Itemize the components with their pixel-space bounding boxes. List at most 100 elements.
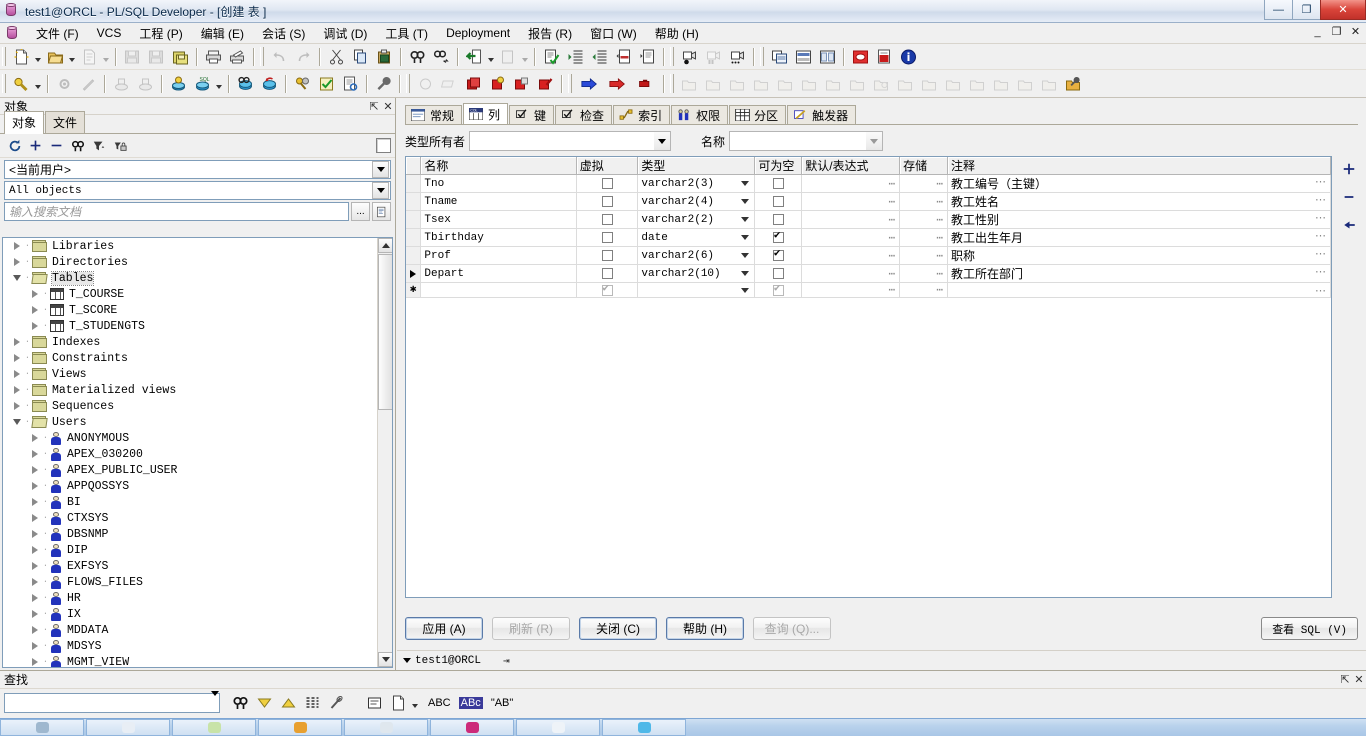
new-session-icon[interactable] xyxy=(167,73,189,95)
expand-arrow-icon[interactable] xyxy=(11,398,23,414)
print-icon[interactable] xyxy=(202,46,224,68)
user-filter-combo[interactable]: <当前用户> xyxy=(4,160,391,179)
new-icon[interactable] xyxy=(10,46,32,68)
info-icon[interactable] xyxy=(897,46,919,68)
comment-editor-button[interactable]: ⋯ xyxy=(1315,175,1327,192)
grid-column-header[interactable]: 注释 xyxy=(947,157,1332,175)
cell-default[interactable]: ⋯ xyxy=(801,282,901,298)
pdf-icon[interactable] xyxy=(873,46,895,68)
create-queue-icon[interactable] xyxy=(942,73,964,95)
expand-arrow-icon[interactable] xyxy=(29,462,41,478)
create-seq-icon[interactable] xyxy=(750,73,772,95)
apply-button[interactable]: 应用 (A) xyxy=(405,616,483,640)
tab-files[interactable]: 文件 xyxy=(45,111,86,133)
virtual-checkbox[interactable] xyxy=(601,178,613,189)
grid-row[interactable]: Profvarchar2(6)⋯⋯职称⋯ xyxy=(406,246,1332,265)
cell-name[interactable] xyxy=(420,282,577,298)
tile-horizontal-icon[interactable] xyxy=(792,46,814,68)
breakpoint-icon[interactable] xyxy=(462,73,484,95)
cell-storage[interactable]: ⋯ xyxy=(899,210,948,229)
panel-icon[interactable] xyxy=(363,692,385,714)
find-down-icon[interactable] xyxy=(253,692,275,714)
expand-arrow-icon[interactable] xyxy=(29,446,41,462)
recent-dropdown-icon[interactable] xyxy=(101,47,110,67)
export-dropdown-icon[interactable] xyxy=(520,47,529,67)
type-owner-combo[interactable] xyxy=(469,131,672,151)
nullable-checkbox[interactable] xyxy=(772,214,784,225)
search-input[interactable]: 输入搜索文档 xyxy=(4,202,349,221)
cell-nullable[interactable] xyxy=(754,174,803,193)
dropdown-icon[interactable] xyxy=(410,693,419,713)
clear-icon[interactable] xyxy=(325,692,347,714)
cell-storage[interactable]: ⋯ xyxy=(899,264,948,283)
chevron-down-icon[interactable] xyxy=(738,177,751,190)
expand-arrow-icon[interactable] xyxy=(29,574,41,590)
match-case-icon[interactable]: ABC xyxy=(428,697,451,709)
chevron-down-icon[interactable] xyxy=(738,267,751,280)
expand-arrow-icon[interactable] xyxy=(29,654,41,667)
menu-edit[interactable]: 编辑 (E) xyxy=(192,23,253,44)
cell-type[interactable]: varchar2(4) xyxy=(637,192,756,211)
cell-virtual[interactable] xyxy=(576,264,639,283)
toolbar-grip[interactable] xyxy=(670,74,674,93)
open-dropdown-icon[interactable] xyxy=(67,47,76,67)
expand-arrow-icon[interactable] xyxy=(29,558,41,574)
comment-editor-button[interactable]: ⋯ xyxy=(1315,247,1327,264)
create-type-icon[interactable] xyxy=(894,73,916,95)
tree-item-views[interactable]: · Views xyxy=(3,366,377,382)
syntax-check-icon[interactable] xyxy=(540,46,562,68)
chevron-down-icon[interactable] xyxy=(211,691,219,710)
tree-item-dbsnmp[interactable]: · DBSNMP xyxy=(3,526,377,542)
tab-partitions[interactable]: 分区 xyxy=(729,105,787,125)
grid-column-header[interactable]: 类型 xyxy=(637,157,756,175)
breakpoint-cond-icon[interactable] xyxy=(486,73,508,95)
expand-arrow-icon[interactable] xyxy=(11,238,23,254)
cell-nullable[interactable] xyxy=(754,282,803,298)
tree-item-constraints[interactable]: · Constraints xyxy=(3,350,377,366)
expand-arrow-icon[interactable] xyxy=(29,478,41,494)
virtual-checkbox[interactable] xyxy=(601,268,613,279)
chevron-down-icon[interactable] xyxy=(738,249,751,262)
nullable-checkbox[interactable] xyxy=(772,230,784,243)
lock-find-icon[interactable] xyxy=(110,136,129,155)
cell-comment[interactable]: 教工出生年月 ⋯ xyxy=(947,228,1332,247)
rollback-icon[interactable] xyxy=(258,73,280,95)
create-index-icon[interactable] xyxy=(726,73,748,95)
close-icon[interactable]: ✕ xyxy=(381,100,395,113)
grid-row[interactable]: Tbirthdaydate⋯⋯教工出生年月⋯ xyxy=(406,228,1332,247)
debug-clear-icon[interactable] xyxy=(438,73,460,95)
close-button[interactable]: 关闭 (C) xyxy=(579,616,657,640)
scroll-up-button[interactable] xyxy=(378,238,392,253)
find-next-icon[interactable] xyxy=(229,692,251,714)
menu-vcs[interactable]: VCS xyxy=(88,24,131,42)
tree-item-bi[interactable]: · BI xyxy=(3,494,377,510)
nullable-checkbox[interactable] xyxy=(772,178,784,189)
cell-name[interactable]: Tbirthday xyxy=(420,228,577,247)
tab-keys[interactable]: 键 xyxy=(509,105,555,125)
copy-icon[interactable] xyxy=(372,202,391,221)
tree-item-flows-files[interactable]: · FLOWS_FILES xyxy=(3,574,377,590)
tree-item-directories[interactable]: · Directories xyxy=(3,254,377,270)
paste-icon[interactable] xyxy=(373,46,395,68)
comment-editor-button[interactable]: ⋯ xyxy=(1315,284,1327,297)
toolbar-grip[interactable] xyxy=(406,74,410,93)
create-syn-icon[interactable] xyxy=(774,73,796,95)
breakpoint-disable-icon[interactable] xyxy=(510,73,532,95)
find-icon[interactable] xyxy=(406,46,428,68)
expand-arrow-icon[interactable] xyxy=(11,382,23,398)
match-word-icon[interactable]: ABc xyxy=(458,697,483,709)
tree-scrollbar[interactable] xyxy=(377,238,392,667)
tree-item-libraries[interactable]: · Libraries xyxy=(3,238,377,254)
stop-debug-icon[interactable] xyxy=(632,73,658,95)
create-job-icon[interactable] xyxy=(918,73,940,95)
chevron-down-icon[interactable] xyxy=(738,231,751,244)
test-window-icon[interactable] xyxy=(234,73,256,95)
cell-comment[interactable]: 教工编号（主键） ⋯ xyxy=(947,174,1332,193)
tree-item-indexes[interactable]: · Indexes xyxy=(3,334,377,350)
create-func-icon[interactable] xyxy=(846,73,868,95)
expand-arrow-icon[interactable] xyxy=(29,590,41,606)
tree-item-mdsys[interactable]: · MDSYS xyxy=(3,638,377,654)
create-proc-icon[interactable] xyxy=(822,73,844,95)
record-macro-icon[interactable] xyxy=(678,46,700,68)
close-button[interactable]: ✕ xyxy=(1320,0,1366,20)
